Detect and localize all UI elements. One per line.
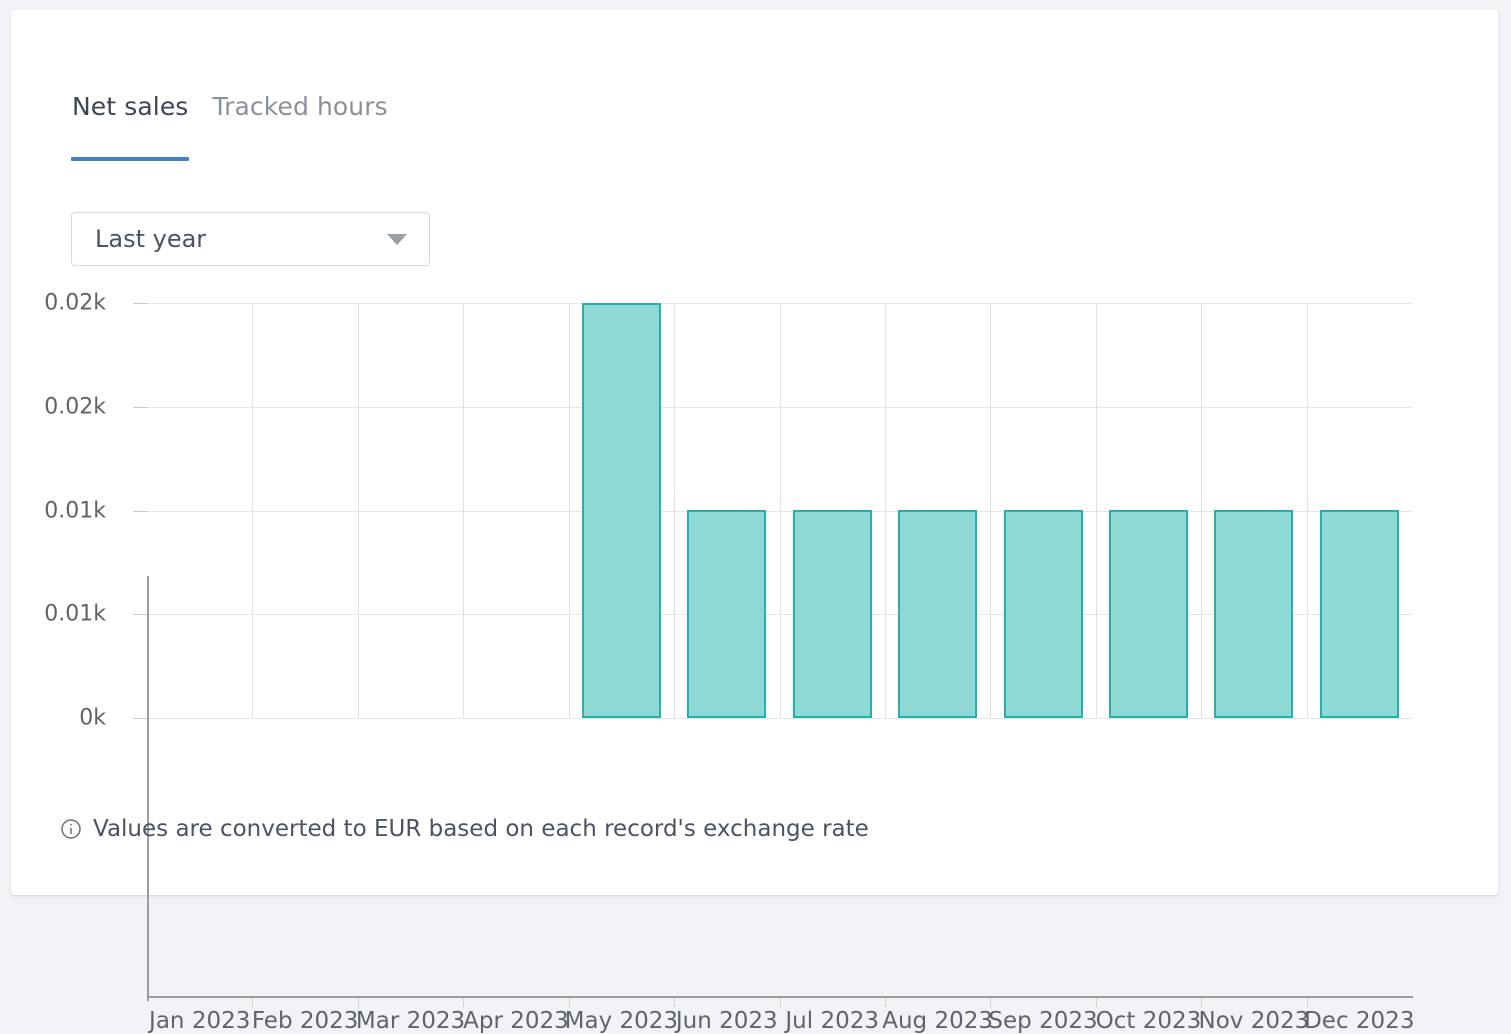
x-axis-tick-label: Aug 2023 [882, 1008, 994, 1034]
gridline-vertical [885, 303, 886, 718]
y-axis-tick-mark [133, 303, 147, 304]
chart-bar[interactable] [1320, 510, 1399, 718]
gridline-vertical [1096, 303, 1097, 718]
chart-bar[interactable] [1004, 510, 1083, 718]
gridline-horizontal [147, 718, 1412, 719]
gridline-vertical [990, 303, 991, 718]
date-range-value: Last year [95, 225, 207, 253]
chart-bar[interactable] [1109, 510, 1188, 718]
x-axis-tick-label: Jul 2023 [785, 1008, 880, 1034]
gridline-vertical [358, 303, 359, 718]
net-sales-bar-chart: 0.02k 0.02k 0.01k 0.01k 0k Jan 2023 Feb 2023 M… [11, 288, 1498, 1034]
gridline-vertical [252, 303, 253, 718]
y-axis-tick-label: 0k [79, 705, 106, 731]
tab-tracked-hours-label: Tracked hours [212, 92, 388, 121]
y-axis-tick-label: 0.01k [44, 601, 106, 627]
tab-net-sales[interactable]: Net sales [60, 82, 200, 161]
gridline-vertical [780, 303, 781, 718]
x-axis-tick-mark [569, 998, 570, 1007]
x-axis-tick-mark [990, 998, 991, 1007]
date-range-select[interactable]: Last year [71, 212, 430, 266]
chevron-down-icon [387, 233, 407, 245]
x-axis-tick-mark [252, 998, 253, 1007]
x-axis-tick-label: Dec 2023 [1304, 1008, 1415, 1034]
tab-tracked-hours[interactable]: Tracked hours [200, 82, 399, 124]
x-axis-tick-mark [1201, 998, 1202, 1007]
gridline-vertical [1201, 303, 1202, 718]
y-axis-tick-mark [133, 614, 147, 616]
gridline-vertical [463, 303, 464, 718]
x-axis-tick-mark [463, 998, 464, 1007]
net-sales-card: Net sales Tracked hours Last year 0.02k 0… [11, 10, 1498, 1034]
chart-bar[interactable] [898, 510, 977, 718]
gridline-vertical [569, 303, 570, 718]
y-axis-tick-label: 0.01k [44, 498, 106, 523]
x-axis-tick-mark [1096, 998, 1097, 1007]
chart-tabs: Net sales Tracked hours [60, 82, 400, 162]
gridline-vertical [674, 303, 675, 718]
x-axis-tick-label: Apr 2023 [463, 1008, 569, 1034]
x-axis-tick-mark [358, 998, 359, 1007]
gridline-vertical [1307, 303, 1308, 718]
tab-active-underline [71, 157, 190, 161]
x-axis-tick-mark [885, 998, 886, 1007]
x-axis-tick-label: Sep 2023 [988, 1008, 1098, 1034]
x-axis-tick-mark [780, 998, 781, 1007]
x-axis-tick-label: Oct 2023 [1095, 1008, 1202, 1034]
x-axis-tick-label: May 2023 [564, 1008, 679, 1034]
chart-plot-area [147, 303, 1412, 719]
info-circle-icon [59, 817, 83, 841]
chart-bar[interactable] [582, 303, 661, 718]
x-axis-tick-label: Jun 2023 [675, 1008, 778, 1034]
x-axis-tick-label: Nov 2023 [1198, 1008, 1310, 1034]
x-axis-tick-mark [674, 998, 675, 1007]
y-axis-tick-mark [133, 406, 147, 408]
chart-bar[interactable] [793, 510, 872, 718]
y-axis-tick-mark [133, 510, 147, 512]
x-axis-tick-label: Mar 2023 [355, 1008, 466, 1034]
y-axis-tick-label: 0.02k [44, 290, 106, 316]
tab-net-sales-label: Net sales [72, 92, 189, 121]
currency-footnote: Values are converted to EUR based on eac… [59, 815, 869, 843]
chart-bar[interactable] [1214, 510, 1293, 718]
chart-bar[interactable] [687, 510, 766, 718]
x-axis-tick-label: Feb 2023 [251, 1008, 359, 1034]
y-axis-tick-mark [133, 718, 147, 719]
currency-footnote-text: Values are converted to EUR based on eac… [93, 816, 869, 842]
x-axis-tick-mark [1307, 998, 1308, 1007]
y-axis-line [147, 576, 149, 1001]
x-axis-tick-label: Jan 2023 [149, 1008, 251, 1034]
y-axis-tick-label: 0.02k [44, 394, 106, 420]
